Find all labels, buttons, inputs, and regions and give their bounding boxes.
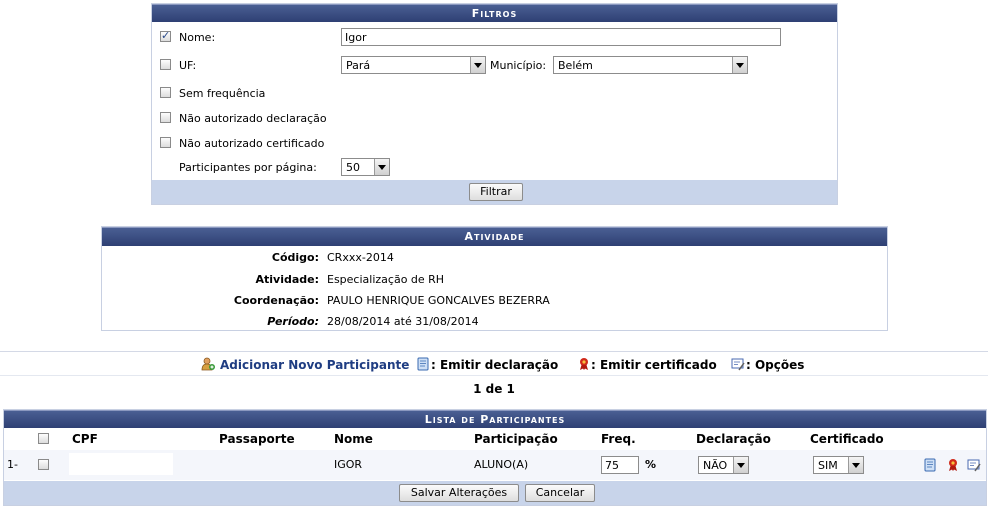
participants-footer: Salvar Alterações Cancelar: [4, 481, 986, 505]
select-all-checkbox[interactable]: [38, 433, 49, 444]
filter-row-nao-aut-certificado: Não autorizado certificado: [152, 132, 837, 154]
participants-title: Lista de Participantes: [4, 410, 986, 428]
activity-row-codigo: Código: CRxxx-2014: [102, 247, 887, 269]
filtrar-button[interactable]: Filtrar: [469, 183, 523, 201]
filters-title: Filtros: [152, 4, 837, 22]
filter-row-nao-aut-declaracao: Não autorizado declaração: [152, 107, 837, 129]
freq-input[interactable]: [601, 456, 639, 474]
por-pagina-select[interactable]: 50: [341, 158, 390, 176]
participants-table: Lista de Participantes CPF Passaporte No…: [3, 409, 987, 506]
participacao-cell: ALUNO(A): [474, 458, 529, 471]
nome-cell: IGOR: [334, 458, 363, 471]
certificado-select-value: SIM: [818, 459, 838, 472]
col-cpf: CPF: [72, 432, 98, 446]
sem-frequencia-checkbox[interactable]: [160, 87, 171, 98]
activity-title: Atividade: [102, 227, 887, 246]
uf-checkbox[interactable]: [160, 59, 171, 70]
col-passaporte: Passaporte: [219, 432, 295, 446]
nome-label: Nome:: [179, 31, 216, 44]
filter-row-nome: Nome:: [152, 26, 837, 48]
uf-label: UF:: [179, 59, 197, 72]
pagination-indicator: 1 de 1: [473, 382, 515, 396]
codigo-value: CRxxx-2014: [327, 251, 394, 264]
filters-footer: Filtrar: [152, 180, 837, 204]
actions-bar: Adicionar Novo Participante : Emitir dec…: [0, 351, 988, 376]
salvar-alteracoes-button[interactable]: Salvar Alterações: [399, 484, 519, 502]
col-declaracao: Declaração: [696, 432, 771, 446]
document-icon: [417, 357, 429, 371]
row-index: 1-: [7, 458, 18, 471]
activity-panel: Atividade Código: CRxxx-2014 Atividade: …: [101, 226, 888, 331]
periodo-label: Período:: [267, 315, 319, 328]
municipio-select-value: Belém: [558, 59, 593, 72]
col-nome: Nome: [334, 432, 373, 446]
nome-input[interactable]: [341, 28, 781, 46]
add-user-icon[interactable]: [201, 357, 215, 371]
codigo-label: Código:: [271, 251, 319, 264]
table-row: 1- IGOR ALUNO(A) % NÃO SIM: [4, 450, 986, 480]
table-header: CPF Passaporte Nome Participação Freq. D…: [4, 428, 986, 450]
coordenacao-label: Coordenação:: [233, 294, 319, 307]
sem-frequencia-label: Sem frequência: [179, 87, 266, 100]
nao-aut-declaracao-label: Não autorizado declaração: [179, 112, 327, 125]
opcoes-icon[interactable]: [967, 458, 981, 472]
emitir-certificado-label: : Emitir certificado: [591, 358, 717, 372]
filter-row-sem-frequencia: Sem frequência: [152, 82, 837, 104]
nome-checkbox[interactable]: [160, 29, 171, 42]
nao-aut-certificado-checkbox[interactable]: [160, 137, 171, 148]
emitir-declaracao-label: : Emitir declaração: [431, 358, 559, 372]
certificado-select[interactable]: SIM: [813, 456, 864, 474]
coordenacao-value: PAULO HENRIQUE GONCALVES BEZERRA: [327, 294, 550, 307]
freq-unit: %: [645, 458, 657, 471]
por-pagina-select-value: 50: [346, 161, 360, 174]
col-freq: Freq.: [601, 432, 636, 446]
municipio-label: Município:: [490, 59, 547, 72]
activity-row-periodo: Período: 28/08/2014 até 31/08/2014: [102, 311, 887, 333]
declaracao-select[interactable]: NÃO: [698, 456, 749, 474]
chevron-down-icon: [374, 159, 389, 175]
nao-aut-declaracao-checkbox[interactable]: [160, 112, 171, 123]
emitir-declaracao-icon[interactable]: [923, 458, 937, 472]
filter-row-por-pagina: Participantes por página: 50: [152, 156, 837, 178]
col-participacao: Participação: [474, 432, 558, 446]
municipio-select[interactable]: Belém: [553, 56, 748, 74]
filters-panel: Filtros Nome: UF: Pará Município: Belém …: [151, 3, 838, 205]
options-icon: [731, 358, 745, 371]
chevron-down-icon: [732, 57, 747, 73]
opcoes-label: : Opções: [746, 358, 805, 372]
activity-row-atividade: Atividade: Especialização de RH: [102, 269, 887, 291]
declaracao-select-value: NÃO: [703, 459, 728, 472]
nao-aut-certificado-label: Não autorizado certificado: [179, 137, 325, 150]
emitir-certificado-icon[interactable]: [946, 458, 960, 472]
chevron-down-icon: [848, 457, 863, 473]
adicionar-participante-link[interactable]: Adicionar Novo Participante: [220, 358, 409, 372]
row-checkbox[interactable]: [38, 459, 49, 470]
chevron-down-icon: [733, 457, 748, 473]
ribbon-award-icon: [580, 358, 588, 370]
cancelar-button[interactable]: Cancelar: [525, 484, 595, 502]
atividade-label: Atividade:: [255, 273, 319, 286]
col-certificado: Certificado: [810, 432, 884, 446]
activity-row-coordenacao: Coordenação: PAULO HENRIQUE GONCALVES BE…: [102, 290, 887, 312]
atividade-value: Especialização de RH: [327, 273, 445, 286]
filter-row-uf: UF: Pará Município: Belém: [152, 54, 837, 76]
cpf-cell: [69, 453, 173, 475]
periodo-value: 28/08/2014 até 31/08/2014: [327, 315, 479, 328]
chevron-down-icon: [470, 57, 485, 73]
uf-select-value: Pará: [346, 59, 371, 72]
por-pagina-label: Participantes por página:: [179, 161, 317, 174]
uf-select[interactable]: Pará: [341, 56, 486, 74]
